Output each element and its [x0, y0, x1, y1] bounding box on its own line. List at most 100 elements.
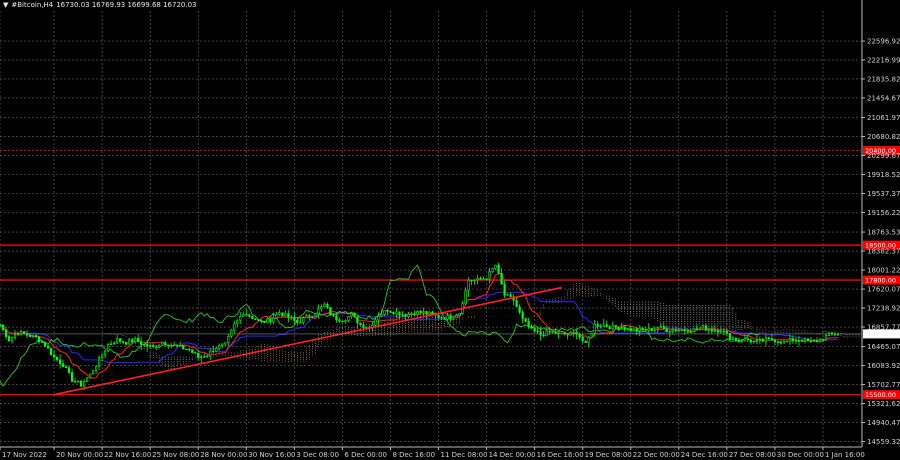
- y-tick-label: 18382.37: [867, 248, 900, 256]
- candle-body: [89, 373, 92, 379]
- candle-body: [737, 339, 740, 342]
- candle-body: [257, 319, 260, 321]
- candle-body: [506, 294, 509, 296]
- candle-body: [539, 331, 542, 336]
- candle-body: [362, 324, 365, 329]
- candle-body: [554, 331, 557, 334]
- x-tick-label: 30 Dec 00:00: [777, 451, 824, 459]
- candle-body: [239, 316, 242, 321]
- candle-body: [518, 306, 521, 313]
- candle-body: [710, 329, 713, 332]
- candle-body: [692, 328, 695, 333]
- candle-body: [119, 338, 122, 342]
- x-tick-label: 30 Nov 16:00: [248, 451, 295, 459]
- candle-body: [524, 318, 527, 322]
- candle-body: [296, 320, 299, 323]
- candle-body: [761, 339, 764, 342]
- candle-body: [584, 340, 587, 343]
- x-tick-label: 28 Nov 00:00: [200, 451, 247, 459]
- candle-body: [452, 317, 455, 320]
- candle-body: [776, 341, 780, 343]
- candle-body: [215, 348, 218, 352]
- candle-body: [455, 315, 458, 319]
- price-chart[interactable]: 20400.0018500.0017800.0015500.0016720.03…: [0, 0, 900, 460]
- chart-menu-icon[interactable]: ▼: [3, 1, 8, 9]
- candle-body: [152, 345, 155, 347]
- candle-body: [635, 328, 638, 332]
- candle-body: [779, 341, 783, 344]
- candle-body: [755, 340, 758, 342]
- candle-body: [353, 313, 356, 318]
- candle-body: [602, 324, 605, 327]
- candle-body: [794, 340, 798, 342]
- candles: [0, 262, 840, 391]
- candle-body: [92, 370, 95, 375]
- candle-body: [164, 342, 167, 346]
- candle-body: [161, 342, 164, 346]
- candle-body: [341, 320, 344, 323]
- candle-body: [821, 339, 825, 341]
- candle-body: [743, 338, 746, 342]
- candle-body: [347, 316, 350, 321]
- candle-body: [674, 329, 677, 332]
- candle-body: [326, 303, 329, 308]
- candle-body: [740, 340, 743, 342]
- candle-body: [542, 334, 545, 337]
- candle-body: [31, 334, 35, 337]
- candle-body: [188, 348, 191, 351]
- x-tick-label: 24 Dec 16:00: [681, 451, 728, 459]
- candle-body: [668, 331, 671, 333]
- candle-body: [410, 313, 413, 315]
- candle-body: [137, 337, 140, 342]
- candle-body: [707, 329, 710, 331]
- candle-body: [695, 328, 698, 330]
- candle-body: [482, 278, 485, 280]
- y-tick-label: 14940.47: [867, 419, 900, 427]
- candle-body: [82, 381, 86, 387]
- candle-body: [629, 328, 632, 332]
- x-tick-label: 22 Nov 16:00: [104, 451, 151, 459]
- candle-body: [143, 344, 146, 346]
- candle-body: [653, 328, 656, 331]
- candle-body: [10, 337, 14, 342]
- y-tick-label: 19537.37: [867, 190, 900, 198]
- candle-body: [149, 345, 152, 347]
- candle-body: [1, 324, 5, 330]
- y-tick-label: 15702.77: [867, 381, 900, 389]
- x-tick-label: 19 Dec 08:00: [585, 451, 632, 459]
- candle-body: [587, 337, 590, 343]
- candle-body: [497, 264, 500, 274]
- candle-body: [770, 338, 773, 341]
- candle-body: [746, 338, 749, 341]
- candle-body: [344, 320, 347, 323]
- x-tick-label: 25 Nov 08:00: [152, 451, 199, 459]
- candle-body: [209, 350, 212, 357]
- candle-body: [437, 314, 440, 318]
- candle-body: [79, 380, 83, 387]
- candle-body: [200, 356, 203, 358]
- candle-body: [725, 331, 728, 334]
- y-tick-label: 19156.22: [867, 209, 900, 217]
- candle-body: [251, 316, 254, 320]
- candle-body: [626, 328, 629, 330]
- x-tick-label: 20 Nov 00:00: [56, 451, 103, 459]
- y-tick-label: 18763.53: [867, 229, 900, 237]
- candle-body: [128, 339, 131, 345]
- candle-body: [413, 313, 416, 315]
- candle-body: [22, 331, 26, 334]
- candle-body: [656, 327, 659, 330]
- candle-body: [440, 317, 443, 319]
- candle-body: [443, 317, 446, 320]
- candle-body: [233, 323, 236, 331]
- candle-body: [350, 313, 353, 317]
- candle-body: [221, 343, 224, 346]
- y-tick-label: 15321.62: [867, 400, 900, 408]
- y-tick-label: 17238.92: [867, 305, 900, 313]
- candle-body: [809, 340, 813, 343]
- candle-body: [689, 331, 692, 333]
- candle-body: [773, 339, 776, 343]
- candle-body: [800, 340, 804, 342]
- candle-body: [122, 341, 125, 343]
- candle-body: [731, 337, 734, 340]
- x-tick-label: 11 Dec 08:00: [441, 451, 488, 459]
